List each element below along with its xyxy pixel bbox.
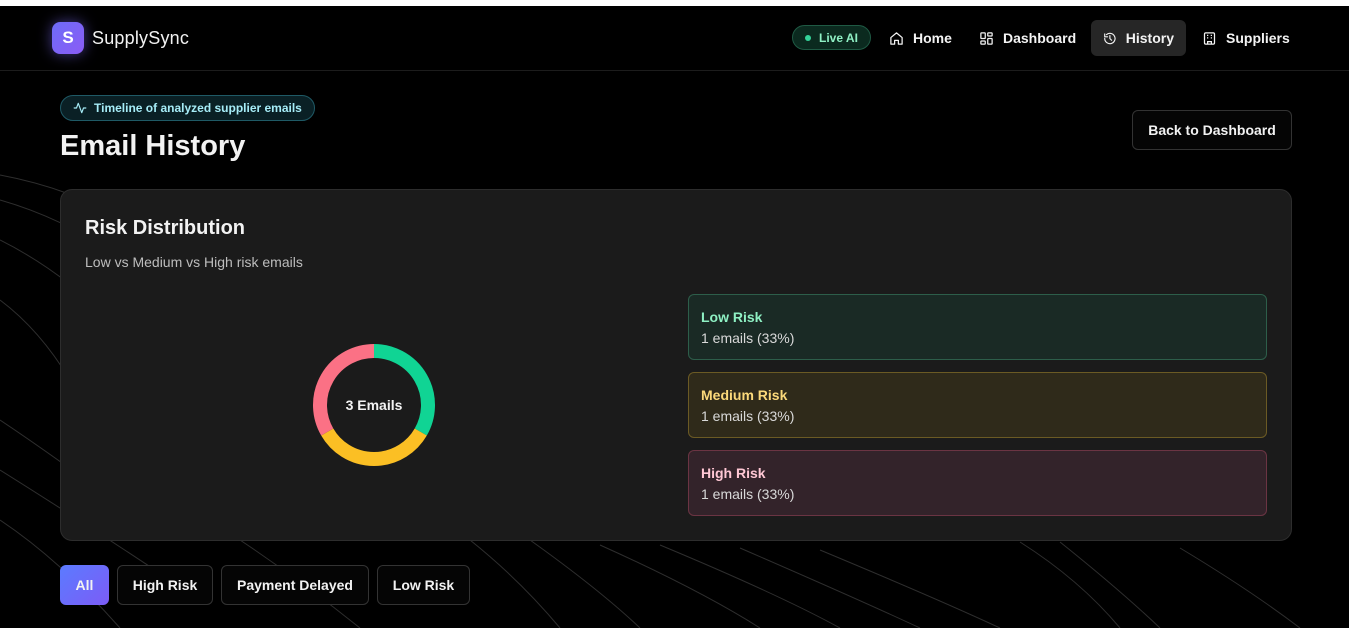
navbar: S SupplySync Live AI Home Dashboard Hist… [0,6,1349,71]
brand-name: SupplySync [92,27,190,48]
live-ai-label: Live AI [819,30,858,45]
nav-suppliers[interactable]: Suppliers [1190,20,1302,56]
filter-all-button[interactable]: All [60,565,109,605]
filter-low-risk-button[interactable]: Low Risk [377,565,470,605]
brand[interactable]: S SupplySync [52,22,189,54]
risk-low-box: Low Risk 1 emails (33%) [688,294,1267,360]
filter-payment-delayed-button[interactable]: Payment Delayed [221,565,369,605]
subtitle-badge: Timeline of analyzed supplier emails [60,95,315,121]
nav-home[interactable]: Home [877,20,964,56]
risk-high-label: High Risk [701,465,766,481]
nav-suppliers-label: Suppliers [1226,30,1290,46]
subtitle-label: Timeline of analyzed supplier emails [94,101,302,115]
activity-icon [73,102,87,114]
risk-distribution-card: Risk Distribution Low vs Medium vs High … [60,189,1292,541]
risk-medium-box: Medium Risk 1 emails (33%) [688,372,1267,438]
live-ai-badge: Live AI [792,25,871,50]
filter-high-risk-button[interactable]: High Risk [117,565,213,605]
risk-low-label: Low Risk [701,309,763,325]
nav-history-label: History [1125,30,1174,46]
nav-dashboard[interactable]: Dashboard [967,20,1088,56]
risk-high-count: 1 emails (33%) [701,486,795,502]
donut-chart: 3 Emails [311,342,437,468]
donut-center-label: 3 Emails [345,397,403,413]
risk-medium-label: Medium Risk [701,387,788,403]
card-title: Risk Distribution [85,217,246,239]
card-subtitle: Low vs Medium vs High risk emails [85,254,303,270]
risk-high-box: High Risk 1 emails (33%) [688,450,1267,516]
brand-logo: S [52,22,84,54]
live-dot-icon [805,34,811,41]
home-icon [890,31,903,45]
nav-dashboard-label: Dashboard [1003,30,1077,46]
history-icon [1104,32,1116,44]
building-icon [1203,31,1216,45]
nav-history[interactable]: History [1091,20,1186,56]
back-to-dashboard-button[interactable]: Back to Dashboard [1132,110,1292,150]
grid-icon [980,31,993,45]
nav-home-label: Home [913,30,952,46]
page-title: Email History [60,130,246,162]
risk-medium-count: 1 emails (33%) [701,408,795,424]
risk-low-count: 1 emails (33%) [701,330,795,346]
